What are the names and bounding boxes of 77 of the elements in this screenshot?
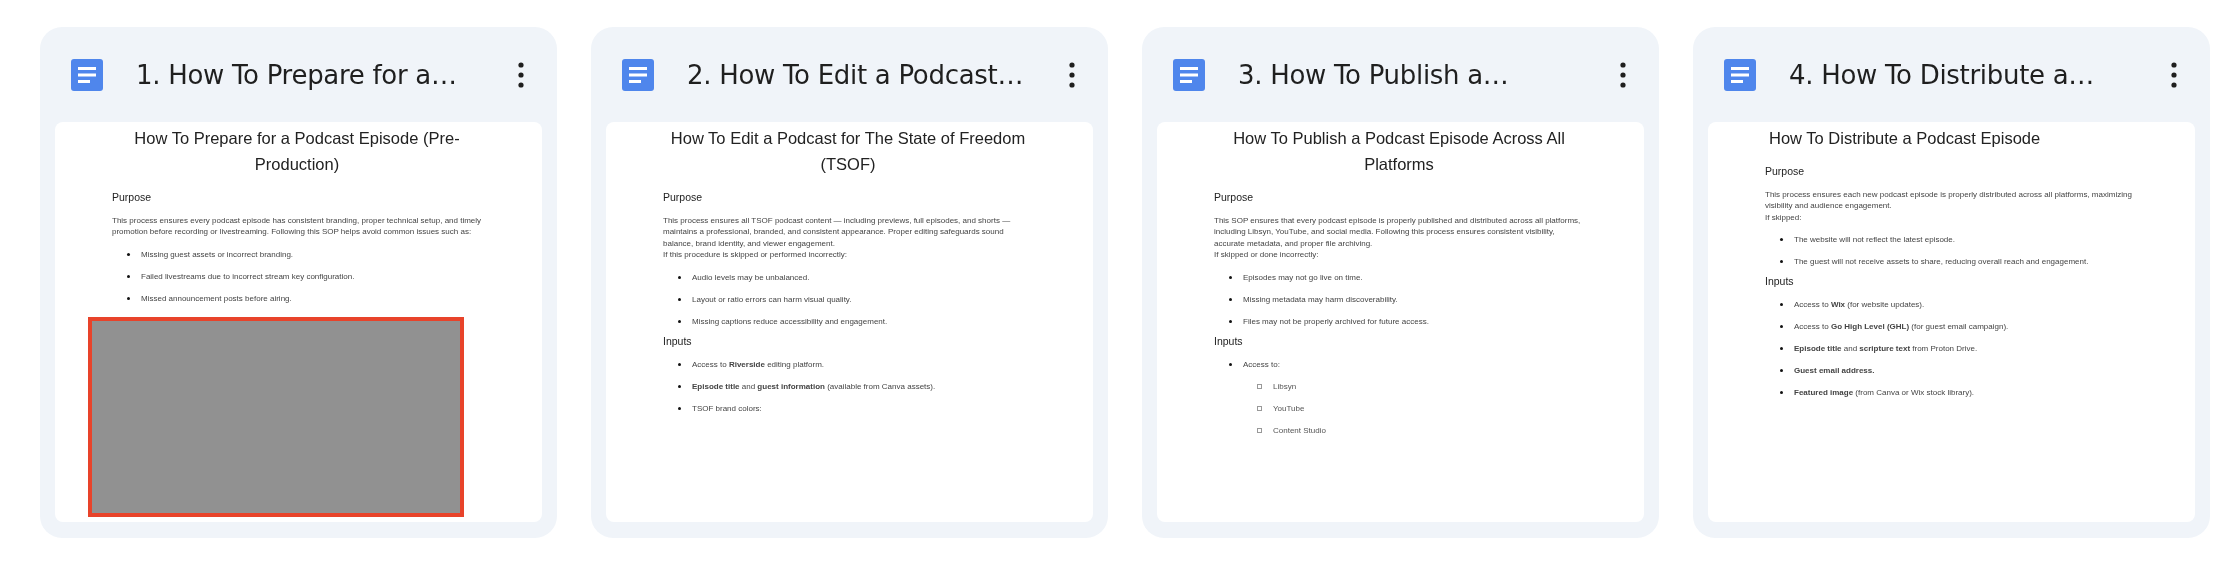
bullet-item: Featured image (from Canva or Wix stock library). (1794, 387, 1975, 399)
bullet-dot-icon (1780, 260, 1783, 264)
bullet-dot-icon (1780, 238, 1783, 242)
section-heading: Purpose (112, 191, 153, 203)
document-card[interactable] (40, 27, 557, 538)
bullet-dot-icon (1229, 297, 1232, 301)
bullet-dot-icon (1780, 303, 1783, 307)
sub-bullet-item: Libsyn (1273, 380, 1297, 392)
bullet-dot-icon (127, 274, 130, 278)
paragraph: If this procedure is skipped or performed incorrectly: (663, 249, 849, 261)
more-options-icon[interactable] (518, 61, 524, 88)
bullet-item: Missed announcement posts before airing. (141, 292, 292, 304)
bullet-square-icon (1257, 405, 1262, 411)
document-title: How To Edit a Podcast for The State of Freedom (TSOF) (669, 128, 1027, 175)
document-icon (1173, 58, 1205, 91)
section-heading: Inputs (1765, 275, 1795, 288)
paragraph: This process ensures each new podcast episode is properly distributed across all platforms, maximizing visibility and audience engagement. (1765, 189, 2133, 212)
bullet-dot-icon (678, 406, 681, 410)
section-heading: Inputs (1214, 334, 1244, 347)
bullet-item: The guest will not receive assets to share, reducing overall reach and engagement. (1794, 256, 2089, 268)
bullet-item: TSOF brand colors: (692, 402, 762, 414)
bullet-dot-icon (678, 319, 681, 323)
bullet-square-icon (1257, 383, 1262, 389)
paragraph: If skipped or done incorrectly: (1214, 249, 1320, 261)
bullet-item: Missing guest assets or incorrect branding. (141, 248, 294, 260)
bullet-dot-icon (127, 252, 130, 256)
document-name: 1. How To Prepare for a… (136, 59, 458, 90)
bullet-dot-icon (1780, 369, 1783, 373)
document-icon (622, 58, 654, 91)
paragraph: If skipped: (1765, 211, 1803, 224)
document-title: How To Publish a Podcast Episode Across All Platforms (1232, 128, 1566, 175)
more-options-icon[interactable] (2171, 61, 2177, 88)
bullet-dot-icon (1229, 319, 1232, 323)
document-icon (1724, 58, 1756, 91)
paragraph: This process ensures all TSOF podcast content — including previews, full episodes, and shorts — maintains a professional, branded, and consistent appearance. Proper editing safeguards sound balance, brand identity, and viewer engagement. (663, 215, 1012, 250)
bullet-dot-icon (1229, 275, 1232, 279)
bullet-item: Access to Wix (for website updates). (1794, 299, 1925, 311)
more-options-icon[interactable] (1069, 61, 1075, 88)
bullet-dot-icon (127, 296, 130, 300)
document-name: 3. How To Publish a… (1238, 59, 1510, 90)
document-name: 2. How To Edit a Podcast… (687, 59, 1025, 90)
document-title: How To Distribute a Podcast Episode (1768, 128, 2042, 149)
bullet-dot-icon (1780, 347, 1783, 351)
bullet-item: Episode title and scripture text from Proton Drive. (1794, 343, 1978, 355)
sub-bullet-item: Content Studio (1273, 424, 1326, 436)
document-icon (71, 58, 103, 91)
bullet-item: Missing metadata may harm discoverability. (1243, 293, 1398, 305)
section-heading: Purpose (663, 191, 704, 203)
bullet-item: Access to Go High Level (GHL) (for guest email campaign). (1794, 321, 2009, 333)
bullet-dot-icon (678, 384, 681, 388)
bullet-dot-icon (1780, 391, 1783, 395)
bullet-dot-icon (678, 297, 681, 301)
bullet-item: Access to: (1243, 358, 1280, 370)
bullet-item: Missing captions reduce accessibility and engagement. (692, 315, 888, 327)
bullet-dot-icon (678, 275, 681, 279)
bullet-item: Failed livestreams due to incorrect stream key configuration. (141, 270, 355, 282)
bullet-item: Audio levels may be unbalanced. (692, 271, 810, 283)
bullet-item: Episodes may not go live on time. (1243, 271, 1363, 283)
bullet-dot-icon (1780, 325, 1783, 329)
paragraph: This process ensures every podcast episode has consistent branding, proper technical setup, and timely promotion before recording or livestreaming. Following this SOP helps avoid common issues such as: (112, 215, 482, 238)
section-heading: Purpose (1214, 191, 1255, 203)
bullet-item: Episode title and guest information (available from Canva assets). (692, 380, 936, 392)
bullet-dot-icon (1229, 362, 1232, 366)
paragraph: This SOP ensures that every podcast episode is properly published and distributed across all platforms, including Libsyn, YouTube, and social media. Following this process ensures consistent visibility, accurate metadata, and proper file archiving. (1214, 215, 1582, 250)
sub-bullet-item: YouTube (1273, 402, 1305, 414)
bullet-item: Guest email address. (1794, 365, 1875, 377)
document-name: 4. How To Distribute a… (1789, 59, 2096, 90)
bullet-item: Access to Riverside editing platform. (692, 358, 825, 370)
bullet-item: The website will not reflect the latest episode. (1794, 234, 1955, 246)
section-heading: Purpose (1765, 165, 1806, 177)
bullet-dot-icon (678, 362, 681, 366)
bullet-item: Layout or ratio errors can harm visual quality. (692, 293, 852, 305)
bullet-item: Files may not be properly archived for future access. (1243, 315, 1429, 327)
document-title: How To Prepare for a Podcast Episode (Pre-Production) (133, 128, 461, 175)
bullet-square-icon (1257, 427, 1262, 433)
section-heading: Inputs (663, 334, 693, 347)
more-options-icon[interactable] (1620, 61, 1626, 88)
